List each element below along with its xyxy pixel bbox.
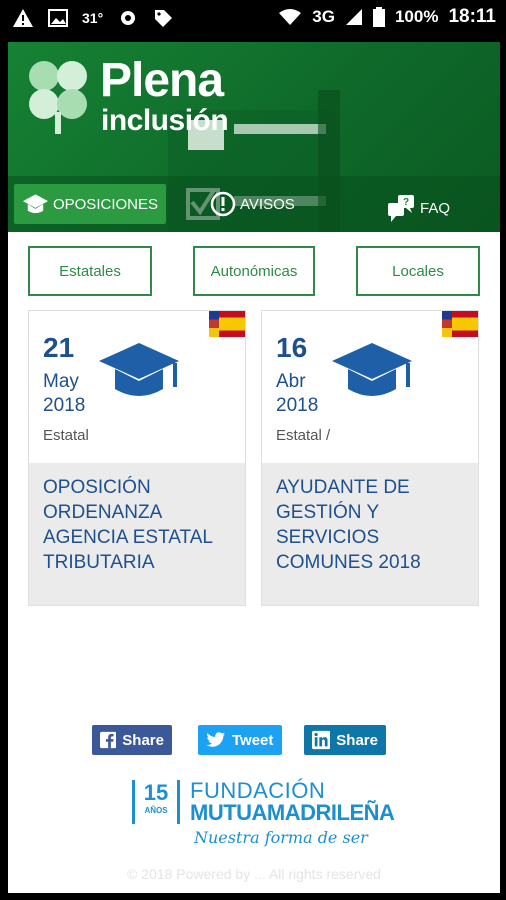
filter-autonomicas-button[interactable]: Autonómicas — [193, 246, 315, 296]
graduation-cap-icon — [332, 343, 412, 396]
signal-icon — [345, 9, 362, 25]
facebook-share-button[interactable]: Share — [92, 725, 172, 755]
anniversary-badge: 15 AÑOS — [132, 780, 180, 824]
graduation-cap-icon — [22, 194, 49, 214]
card-year: 2018 — [276, 395, 319, 416]
tab-avisos[interactable]: AVISOS — [210, 184, 295, 224]
card-header: 21 May 2018 Estatal — [29, 311, 245, 463]
twitter-icon — [206, 732, 225, 747]
twitter-tweet-label: Tweet — [232, 731, 274, 749]
linkedin-share-button[interactable]: Share — [304, 725, 386, 755]
tab-oposiciones-label: OPOSICIONES — [52, 195, 158, 213]
svg-text:?: ? — [403, 197, 409, 208]
app-logo-title: Plena — [100, 54, 224, 107]
twitter-tweet-button[interactable]: Tweet — [198, 725, 282, 755]
tab-avisos-label: AVISOS — [240, 195, 295, 213]
spain-flag-icon — [209, 311, 245, 337]
clock: 18:11 — [448, 6, 496, 27]
filter-locales-button[interactable]: Locales — [356, 246, 480, 296]
card-scope: Estatal — [43, 427, 89, 444]
card-title: AYUDANTE DE GESTIÓN Y SERVICIOS COMUNES … — [276, 477, 421, 573]
battery-level: 100% — [394, 7, 439, 26]
sponsor-tagline: Nuestra forma de ser — [194, 828, 368, 847]
graduation-cap-icon — [99, 343, 179, 396]
sponsor-logo: 15 AÑOS FUNDACIÓN MUTUAMADRILEÑA Nuestra… — [132, 776, 395, 856]
filter-estatales-button[interactable]: Estatales — [28, 246, 152, 296]
app-header: Plena inclusión OPOSICIONES AVISOS ? FAQ — [8, 42, 500, 232]
linkedin-icon — [312, 730, 331, 750]
card-year: 2018 — [43, 395, 86, 416]
status-bar: 31° 3G 100% 18:11 — [0, 0, 506, 38]
card-scope: Estatal / — [276, 427, 331, 444]
card-day: 16 — [276, 332, 308, 363]
tag-icon — [155, 10, 173, 27]
app-logo-subtitle: inclusión — [101, 104, 229, 137]
sponsor-name-line2: MUTUAMADRILEÑA — [190, 800, 395, 825]
image-icon — [48, 9, 68, 27]
oposicion-card[interactable]: 21 May 2018 Estatal OPOSICIÓN ORDENANZA … — [28, 310, 246, 606]
network-type: 3G — [312, 7, 335, 26]
temperature-text: 31° — [82, 10, 104, 26]
app-notification-icon — [121, 11, 136, 25]
card-header: 16 Abr 2018 Estatal / — [262, 311, 478, 463]
anniversary-years: 15 — [143, 780, 169, 805]
copyright-text: © 2018 Powered by ... All rights reserve… — [127, 866, 381, 882]
card-month: May — [43, 371, 79, 392]
card-title: OPOSICIÓN ORDENANZA AGENCIA ESTATAL TRIB… — [43, 477, 213, 573]
alert-icon — [210, 191, 236, 217]
app-screen: Plena inclusión OPOSICIONES AVISOS ? FAQ… — [8, 42, 500, 893]
chat-bubbles-icon: ? — [388, 195, 414, 222]
facebook-icon — [100, 731, 117, 749]
card-month: Abr — [276, 371, 306, 392]
clover-logo-icon — [29, 61, 87, 134]
anniversary-label: AÑOS — [144, 806, 168, 815]
warning-icon — [13, 9, 33, 27]
spain-flag-icon — [442, 311, 478, 337]
card-day: 21 — [43, 332, 75, 363]
battery-icon — [372, 7, 385, 27]
linkedin-share-label: Share — [336, 731, 378, 749]
oposicion-card[interactable]: 16 Abr 2018 Estatal / AYUDANTE DE GESTIÓ… — [261, 310, 479, 606]
wifi-icon — [279, 9, 302, 25]
main-nav: OPOSICIONES AVISOS ? FAQ — [8, 176, 500, 232]
facebook-share-label: Share — [122, 731, 164, 749]
tab-faq[interactable]: ? FAQ — [386, 188, 450, 228]
tab-faq-label: FAQ — [420, 199, 451, 217]
tab-oposiciones[interactable]: OPOSICIONES — [14, 184, 166, 224]
